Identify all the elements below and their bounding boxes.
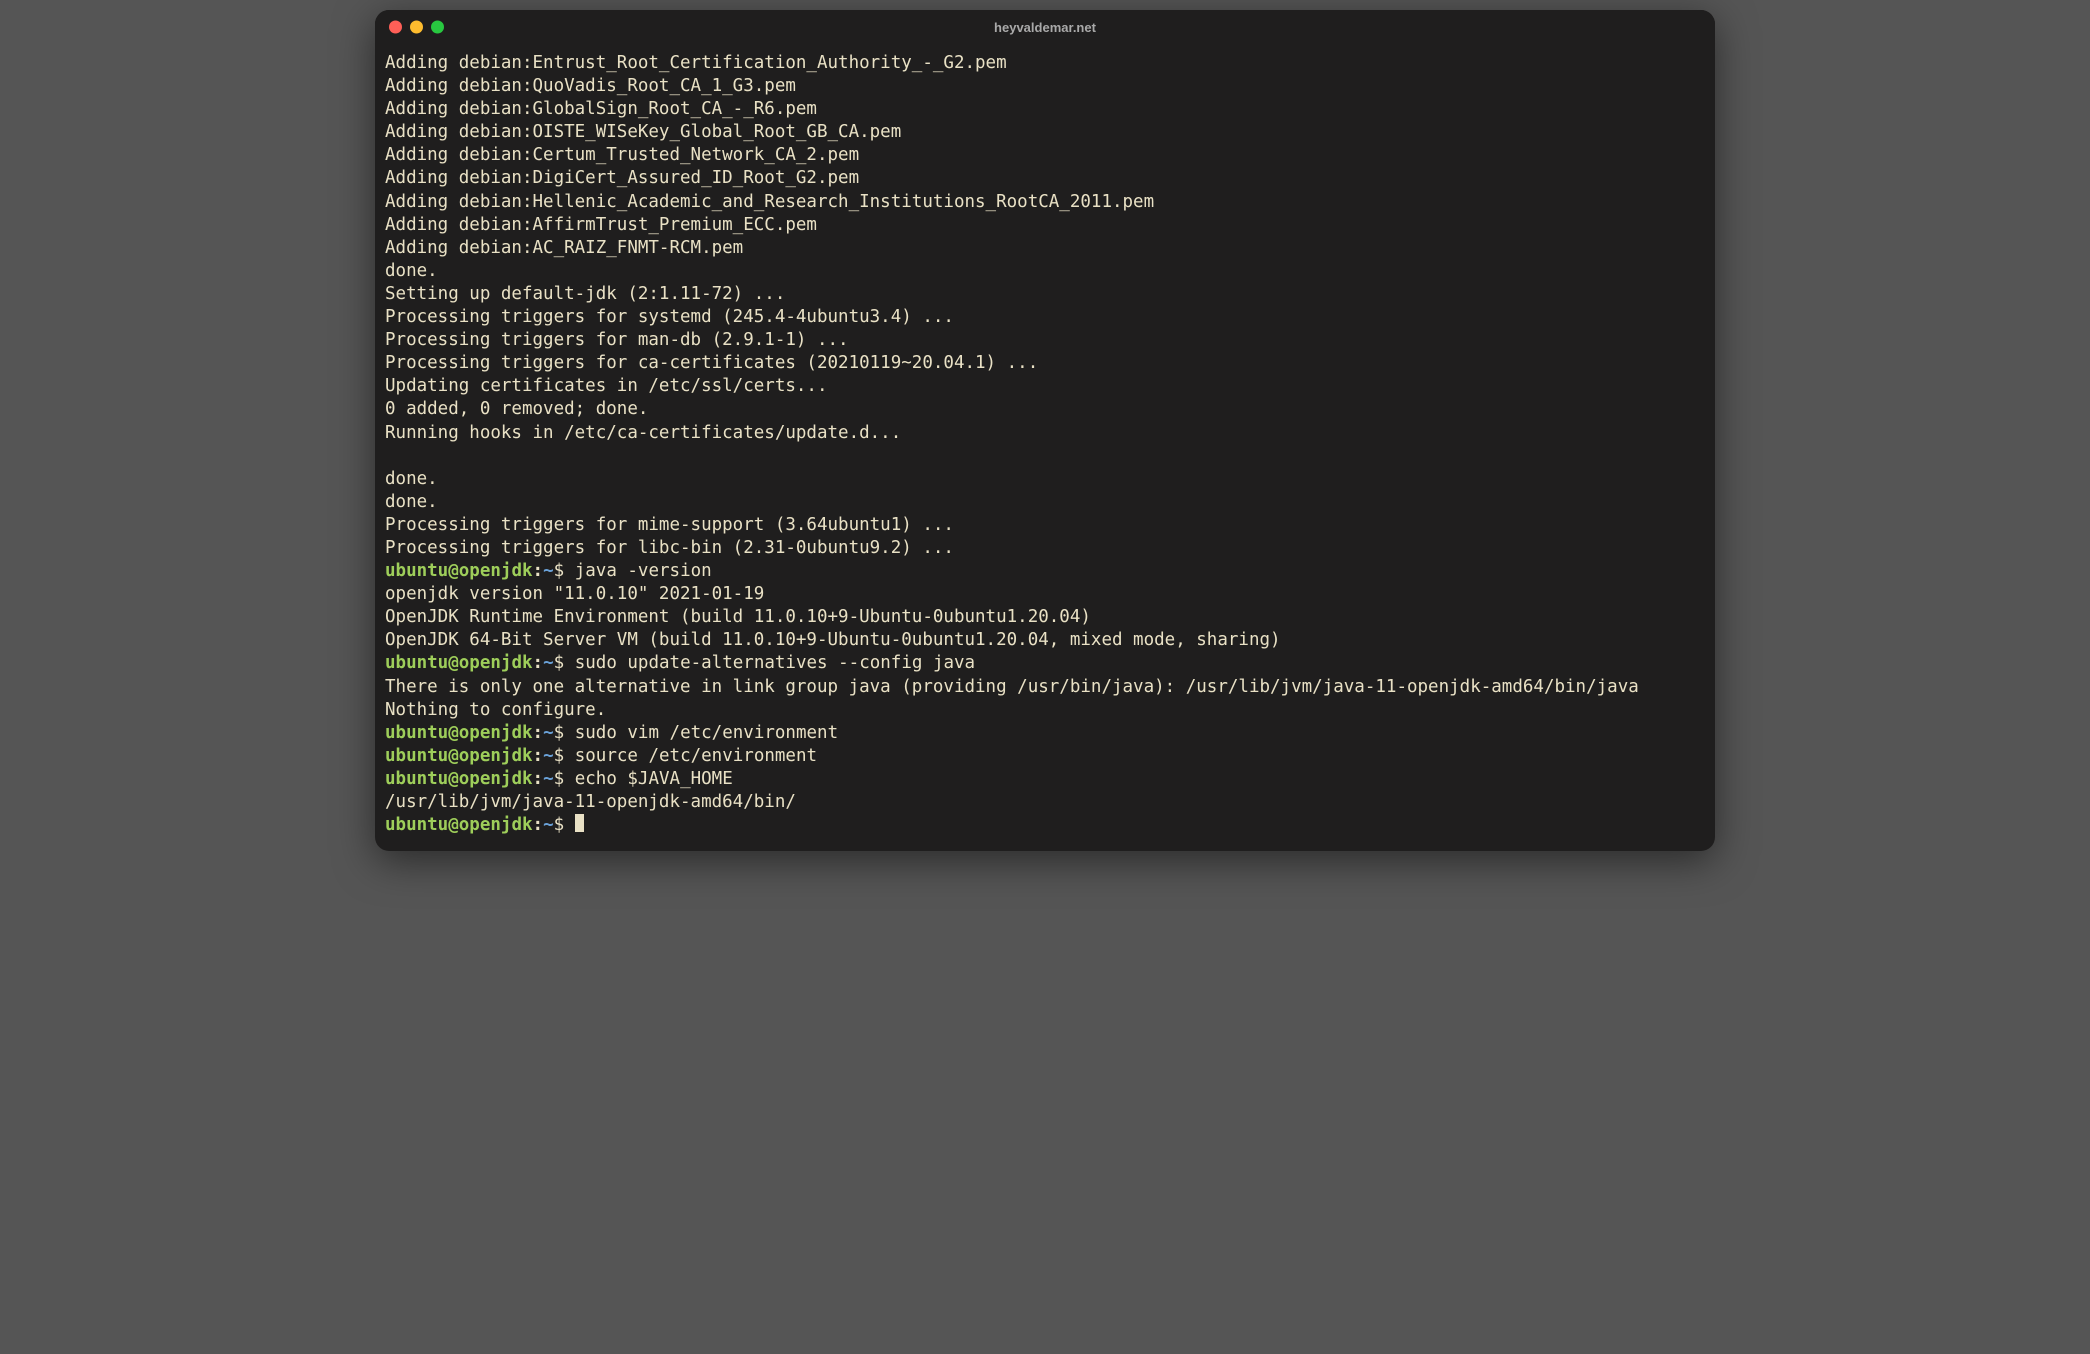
output-line: Nothing to configure.	[385, 700, 606, 720]
prompt: ubuntu@openjdk:~$ sudo update-alternativ…	[385, 653, 975, 673]
prompt-host: openjdk	[459, 561, 533, 581]
output-line: Adding debian:AC_RAIZ_FNMT-RCM.pem	[385, 238, 743, 258]
output-line: Running hooks in /etc/ca-certificates/up…	[385, 423, 901, 443]
prompt: ubuntu@openjdk:~$ java -version	[385, 561, 712, 581]
output-line: 0 added, 0 removed; done.	[385, 399, 648, 419]
prompt-current[interactable]: ubuntu@openjdk:~$	[385, 815, 584, 835]
prompt-sigil: $	[554, 561, 565, 581]
minimize-button[interactable]	[410, 21, 423, 34]
output-line: /usr/lib/jvm/java-11-openjdk-amd64/bin/	[385, 792, 796, 812]
window-title: heyvaldemar.net	[994, 20, 1096, 35]
output-line: Adding debian:Entrust_Root_Certification…	[385, 53, 1007, 73]
terminal-body[interactable]: Adding debian:Entrust_Root_Certification…	[375, 44, 1715, 851]
output-line: done.	[385, 469, 438, 489]
command-text: echo $JAVA_HOME	[575, 769, 733, 789]
cursor	[575, 814, 584, 832]
output-line: Processing triggers for mime-support (3.…	[385, 515, 954, 535]
command-text: sudo vim /etc/environment	[575, 723, 838, 743]
zoom-button[interactable]	[431, 21, 444, 34]
window-titlebar: heyvaldemar.net	[375, 10, 1715, 44]
output-line: Processing triggers for ca-certificates …	[385, 353, 1038, 373]
output-line: done.	[385, 261, 438, 281]
output-line: Adding debian:OISTE_WISeKey_Global_Root_…	[385, 122, 901, 142]
command-text: java -version	[575, 561, 712, 581]
prompt-user: ubuntu	[385, 561, 448, 581]
output-line: done.	[385, 492, 438, 512]
terminal-window: heyvaldemar.net Adding debian:Entrust_Ro…	[375, 10, 1715, 851]
traffic-lights	[389, 21, 444, 34]
output-line: OpenJDK Runtime Environment (build 11.0.…	[385, 607, 1091, 627]
output-line: Adding debian:GlobalSign_Root_CA_-_R6.pe…	[385, 99, 817, 119]
output-line: Adding debian:DigiCert_Assured_ID_Root_G…	[385, 168, 859, 188]
output-line: OpenJDK 64-Bit Server VM (build 11.0.10+…	[385, 630, 1281, 650]
command-text: source /etc/environment	[575, 746, 817, 766]
prompt: ubuntu@openjdk:~$ echo $JAVA_HOME	[385, 769, 733, 789]
output-line: Adding debian:Hellenic_Academic_and_Rese…	[385, 192, 1154, 212]
output-line: openjdk version "11.0.10" 2021-01-19	[385, 584, 764, 604]
output-line: There is only one alternative in link gr…	[385, 677, 1639, 697]
prompt: ubuntu@openjdk:~$ source /etc/environmen…	[385, 746, 817, 766]
output-line: Adding debian:AffirmTrust_Premium_ECC.pe…	[385, 215, 817, 235]
output-line: Updating certificates in /etc/ssl/certs.…	[385, 376, 828, 396]
prompt: ubuntu@openjdk:~$ sudo vim /etc/environm…	[385, 723, 838, 743]
output-line: Setting up default-jdk (2:1.11-72) ...	[385, 284, 785, 304]
output-line: Adding debian:Certum_Trusted_Network_CA_…	[385, 145, 859, 165]
output-line: Adding debian:QuoVadis_Root_CA_1_G3.pem	[385, 76, 796, 96]
output-line: Processing triggers for libc-bin (2.31-0…	[385, 538, 954, 558]
command-text: sudo update-alternatives --config java	[575, 653, 975, 673]
prompt-path: ~	[543, 561, 554, 581]
output-line: Processing triggers for man-db (2.9.1-1)…	[385, 330, 849, 350]
output-line: Processing triggers for systemd (245.4-4…	[385, 307, 954, 327]
close-button[interactable]	[389, 21, 402, 34]
